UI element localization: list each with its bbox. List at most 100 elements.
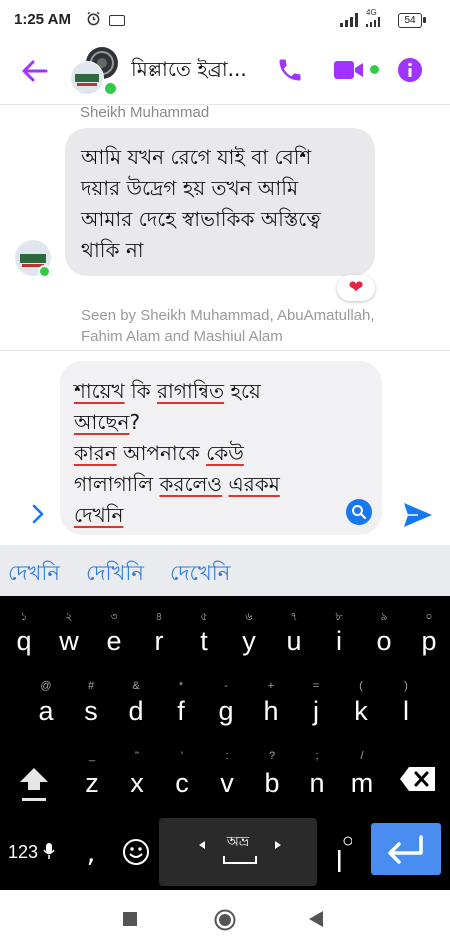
send-icon[interactable] <box>402 501 434 529</box>
message-bubble[interactable]: আমি যখন রেগে যাই বা বেশি দয়ার উদ্রেগ হয… <box>65 128 375 276</box>
smiley-bar-key[interactable] <box>326 836 352 876</box>
contact-name[interactable]: মিল্লাতে ইব্রা... <box>131 55 263 88</box>
backspace-icon[interactable] <box>399 766 437 792</box>
space-bar[interactable]: অভ্র <box>159 818 317 886</box>
info-icon[interactable] <box>397 57 423 83</box>
key-t[interactable]: ৫t <box>186 602 222 662</box>
emoji-icon[interactable] <box>122 838 150 866</box>
key-q[interactable]: ১q <box>6 602 42 662</box>
draft-word: কারন <box>74 441 117 465</box>
key-p[interactable]: ০p <box>411 602 447 662</box>
caret-right-icon <box>275 841 281 849</box>
message-input[interactable]: শায়েখ কি রাগান্বিত হয়ে আছেন? কারন আপনা… <box>60 361 382 535</box>
key-w[interactable]: ২w <box>51 602 87 662</box>
composer: শায়েখ কি রাগান্বিত হয়ে আছেন? কারন আপনা… <box>0 350 450 546</box>
key-hint: ১ <box>20 611 28 623</box>
key-k[interactable]: (k <box>343 676 379 736</box>
key-hint: ৩ <box>110 611 118 623</box>
numbers-key[interactable]: 123 <box>8 842 60 868</box>
heart-reaction[interactable]: ❤ <box>337 275 375 301</box>
recent-apps-icon[interactable] <box>123 912 137 926</box>
draft-word: আছেন <box>74 410 130 434</box>
key-v[interactable]: :v <box>209 746 245 806</box>
key-f[interactable]: * f <box>163 676 199 736</box>
draft-word: হয়ে <box>224 379 261 403</box>
draft-word: করলেও <box>159 472 223 496</box>
video-active-dot <box>370 65 379 74</box>
draft-word: এরকম <box>228 472 280 496</box>
online-status-dot <box>38 265 51 278</box>
chat-header: মিল্লাতে ইব্রা... <box>0 42 450 105</box>
message-line: থাকি না <box>81 238 144 262</box>
back-arrow-icon[interactable] <box>20 59 48 83</box>
key-d[interactable]: & d <box>118 676 154 736</box>
enter-key[interactable] <box>371 823 441 875</box>
back-icon[interactable] <box>308 910 324 928</box>
key-hint: + <box>267 680 275 692</box>
key-h[interactable]: + h <box>253 676 289 736</box>
phone-call-icon[interactable] <box>276 56 304 84</box>
key-char: h <box>263 696 279 726</box>
key-n[interactable]: ; n <box>299 746 335 806</box>
key-r[interactable]: ৪r <box>141 602 177 662</box>
key-char: l <box>403 696 409 726</box>
video-call-icon[interactable] <box>333 58 365 82</box>
battery-icon: 54 <box>398 13 426 28</box>
draft-word: কেউ <box>206 441 244 465</box>
numbers-key-label: 123 <box>8 842 39 862</box>
key-char: o <box>376 626 392 656</box>
shift-icon[interactable] <box>18 766 50 802</box>
signal-4g-icon <box>366 17 380 27</box>
enter-icon <box>388 835 423 864</box>
message-line: আমার দেহে স্বাভাকিক অস্তিত্বে <box>81 207 321 231</box>
key-char: m <box>350 768 374 798</box>
key-z[interactable]: _ z <box>74 746 110 806</box>
message-draft[interactable]: শায়েখ কি রাগান্বিত হয়ে আছেন? কারন আপনা… <box>74 376 344 531</box>
suggestion-item[interactable]: দেখনি <box>8 557 60 592</box>
key-x[interactable]: " x <box>119 746 155 806</box>
word-suggestions: দেখনি দেখিনি দেখেনি <box>0 545 450 596</box>
key-char: e <box>106 626 122 656</box>
key-a[interactable]: @ a <box>28 676 64 736</box>
key-l[interactable]: ) l <box>388 676 424 736</box>
comma-label: , <box>86 836 96 869</box>
key-b[interactable]: ? b <box>254 746 290 806</box>
suggestion-item[interactable]: দেখেনি <box>170 557 230 592</box>
suggestion-item[interactable]: দেখিনি <box>86 557 144 592</box>
key-hint: ৬ <box>245 611 253 623</box>
message-line: দয়ার উদ্রেগ হয় তখন আমি <box>81 176 299 200</box>
home-icon[interactable] <box>214 909 236 931</box>
seen-line: Seen by Sheikh Muhammad, AbuAmatullah, <box>81 307 375 324</box>
key-s[interactable]: # s <box>73 676 109 736</box>
comma-key[interactable]: , <box>80 836 102 876</box>
draft-word: রাগান্বিত <box>157 379 225 403</box>
chevron-right-icon[interactable] <box>30 503 46 525</box>
draft-word: আপনাকে <box>116 441 207 465</box>
key-hint: # <box>87 680 95 692</box>
key-char: k <box>354 696 368 726</box>
key-m[interactable]: / m <box>344 746 380 806</box>
key-char: r <box>154 626 164 656</box>
key-o[interactable]: ৯o <box>366 602 402 662</box>
draft-word: ? <box>129 410 141 434</box>
key-hint: _ <box>88 750 96 762</box>
key-y[interactable]: ৬y <box>231 602 267 662</box>
search-emoji-button[interactable] <box>346 499 372 525</box>
key-e[interactable]: ৩e <box>96 602 132 662</box>
network-type: 4G <box>366 8 377 17</box>
online-status-dot <box>103 81 118 96</box>
key-g[interactable]: -g <box>208 676 244 736</box>
key-u[interactable]: ৭u <box>276 602 312 662</box>
key-j[interactable]: = j <box>298 676 334 736</box>
key-hint: ২ <box>65 611 73 623</box>
key-char: u <box>286 626 302 656</box>
group-avatar[interactable] <box>70 47 118 96</box>
key-hint: @ <box>40 680 52 692</box>
key-i[interactable]: ৮i <box>321 602 357 662</box>
key-char: j <box>313 696 319 726</box>
message-line: আমি যখন রেগে যাই বা বেশি <box>81 145 312 169</box>
key-c[interactable]: ' c <box>164 746 200 806</box>
keyboard: ১q ২w ৩e ৪r ৫t ৬y ৭u ৮i ৯o ০p @ a # s & d *… <box>0 596 450 890</box>
signal-icon <box>340 13 358 27</box>
key-char: d <box>128 696 144 726</box>
